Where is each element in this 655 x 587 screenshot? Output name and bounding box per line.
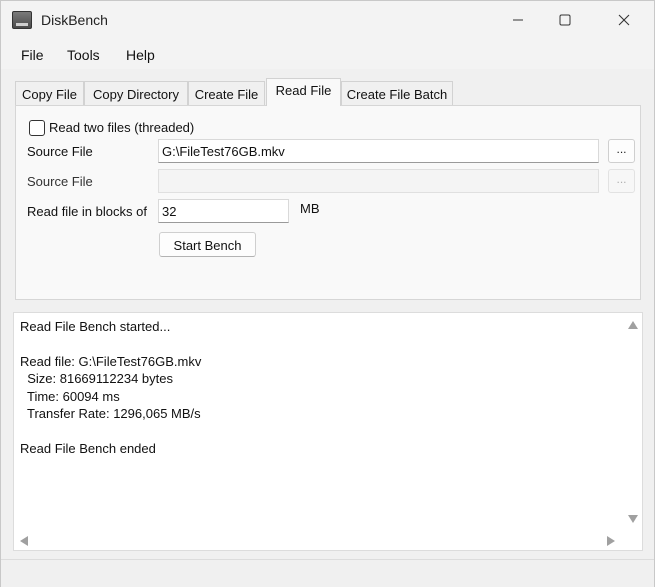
maximize-icon: [559, 14, 571, 26]
menu-file[interactable]: File: [21, 47, 44, 63]
block-size-input[interactable]: 32: [158, 199, 289, 223]
log-line: Read file: G:\FileTest76GB.mkv: [20, 353, 202, 369]
browse-source-1-button[interactable]: ...: [608, 139, 635, 163]
scroll-down-arrow-icon[interactable]: [628, 515, 638, 523]
title-bar[interactable]: DiskBench: [1, 1, 654, 39]
menu-tools[interactable]: Tools: [67, 47, 100, 63]
tab-copy-directory[interactable]: Copy Directory: [84, 81, 188, 106]
scroll-left-arrow-icon[interactable]: [20, 536, 28, 546]
browse-source-2-button[interactable]: ...: [608, 169, 635, 193]
read-file-panel: Read two files (threaded) Source File G:…: [15, 105, 641, 300]
blocks-label: Read file in blocks of: [27, 204, 147, 219]
block-size-unit: MB: [300, 201, 320, 216]
close-icon: [618, 14, 630, 26]
source-file-label-2: Source File: [27, 174, 93, 189]
status-bar: [1, 559, 654, 587]
log-line: Read File Bench ended: [20, 440, 156, 456]
vertical-scrollbar[interactable]: [623, 313, 642, 531]
source-file-label-1: Source File: [27, 144, 93, 159]
minimize-button[interactable]: [495, 1, 541, 39]
close-button[interactable]: [601, 1, 647, 39]
log-line: Transfer Rate: 1296,065 MB/s: [20, 405, 201, 421]
tab-create-file[interactable]: Create File: [188, 81, 265, 106]
minimize-icon: [513, 19, 523, 21]
scroll-up-arrow-icon[interactable]: [628, 321, 638, 329]
diskbench-app-icon: [12, 11, 32, 29]
read-two-files-checkbox[interactable]: [29, 120, 45, 136]
read-two-files-label: Read two files (threaded): [49, 120, 195, 135]
tab-create-file-batch[interactable]: Create File Batch: [341, 81, 453, 106]
tab-copy-file[interactable]: Copy File: [15, 81, 84, 106]
log-line: Time: 60094 ms: [20, 388, 120, 404]
tab-read-file[interactable]: Read File: [266, 78, 341, 106]
horizontal-scrollbar[interactable]: [14, 531, 624, 550]
maximize-button[interactable]: [542, 1, 588, 39]
log-text: Read File Bench started... Read file: G:…: [20, 318, 620, 457]
scrollbar-corner: [623, 531, 642, 550]
log-line: Size: 81669112234 bytes: [20, 371, 173, 387]
menu-help[interactable]: Help: [126, 47, 155, 63]
menu-bar: File Tools Help: [1, 39, 654, 69]
app-window: DiskBench File Tools Help Copy File Copy…: [0, 0, 655, 587]
window-title: DiskBench: [41, 12, 108, 28]
log-line: Read File Bench started...: [20, 319, 171, 334]
scroll-right-arrow-icon[interactable]: [607, 536, 615, 546]
source-file-input-1[interactable]: G:\FileTest76GB.mkv: [158, 139, 599, 163]
start-bench-button[interactable]: Start Bench: [159, 232, 256, 257]
log-output[interactable]: Read File Bench started... Read file: G:…: [13, 312, 643, 551]
source-file-input-2[interactable]: [158, 169, 599, 193]
